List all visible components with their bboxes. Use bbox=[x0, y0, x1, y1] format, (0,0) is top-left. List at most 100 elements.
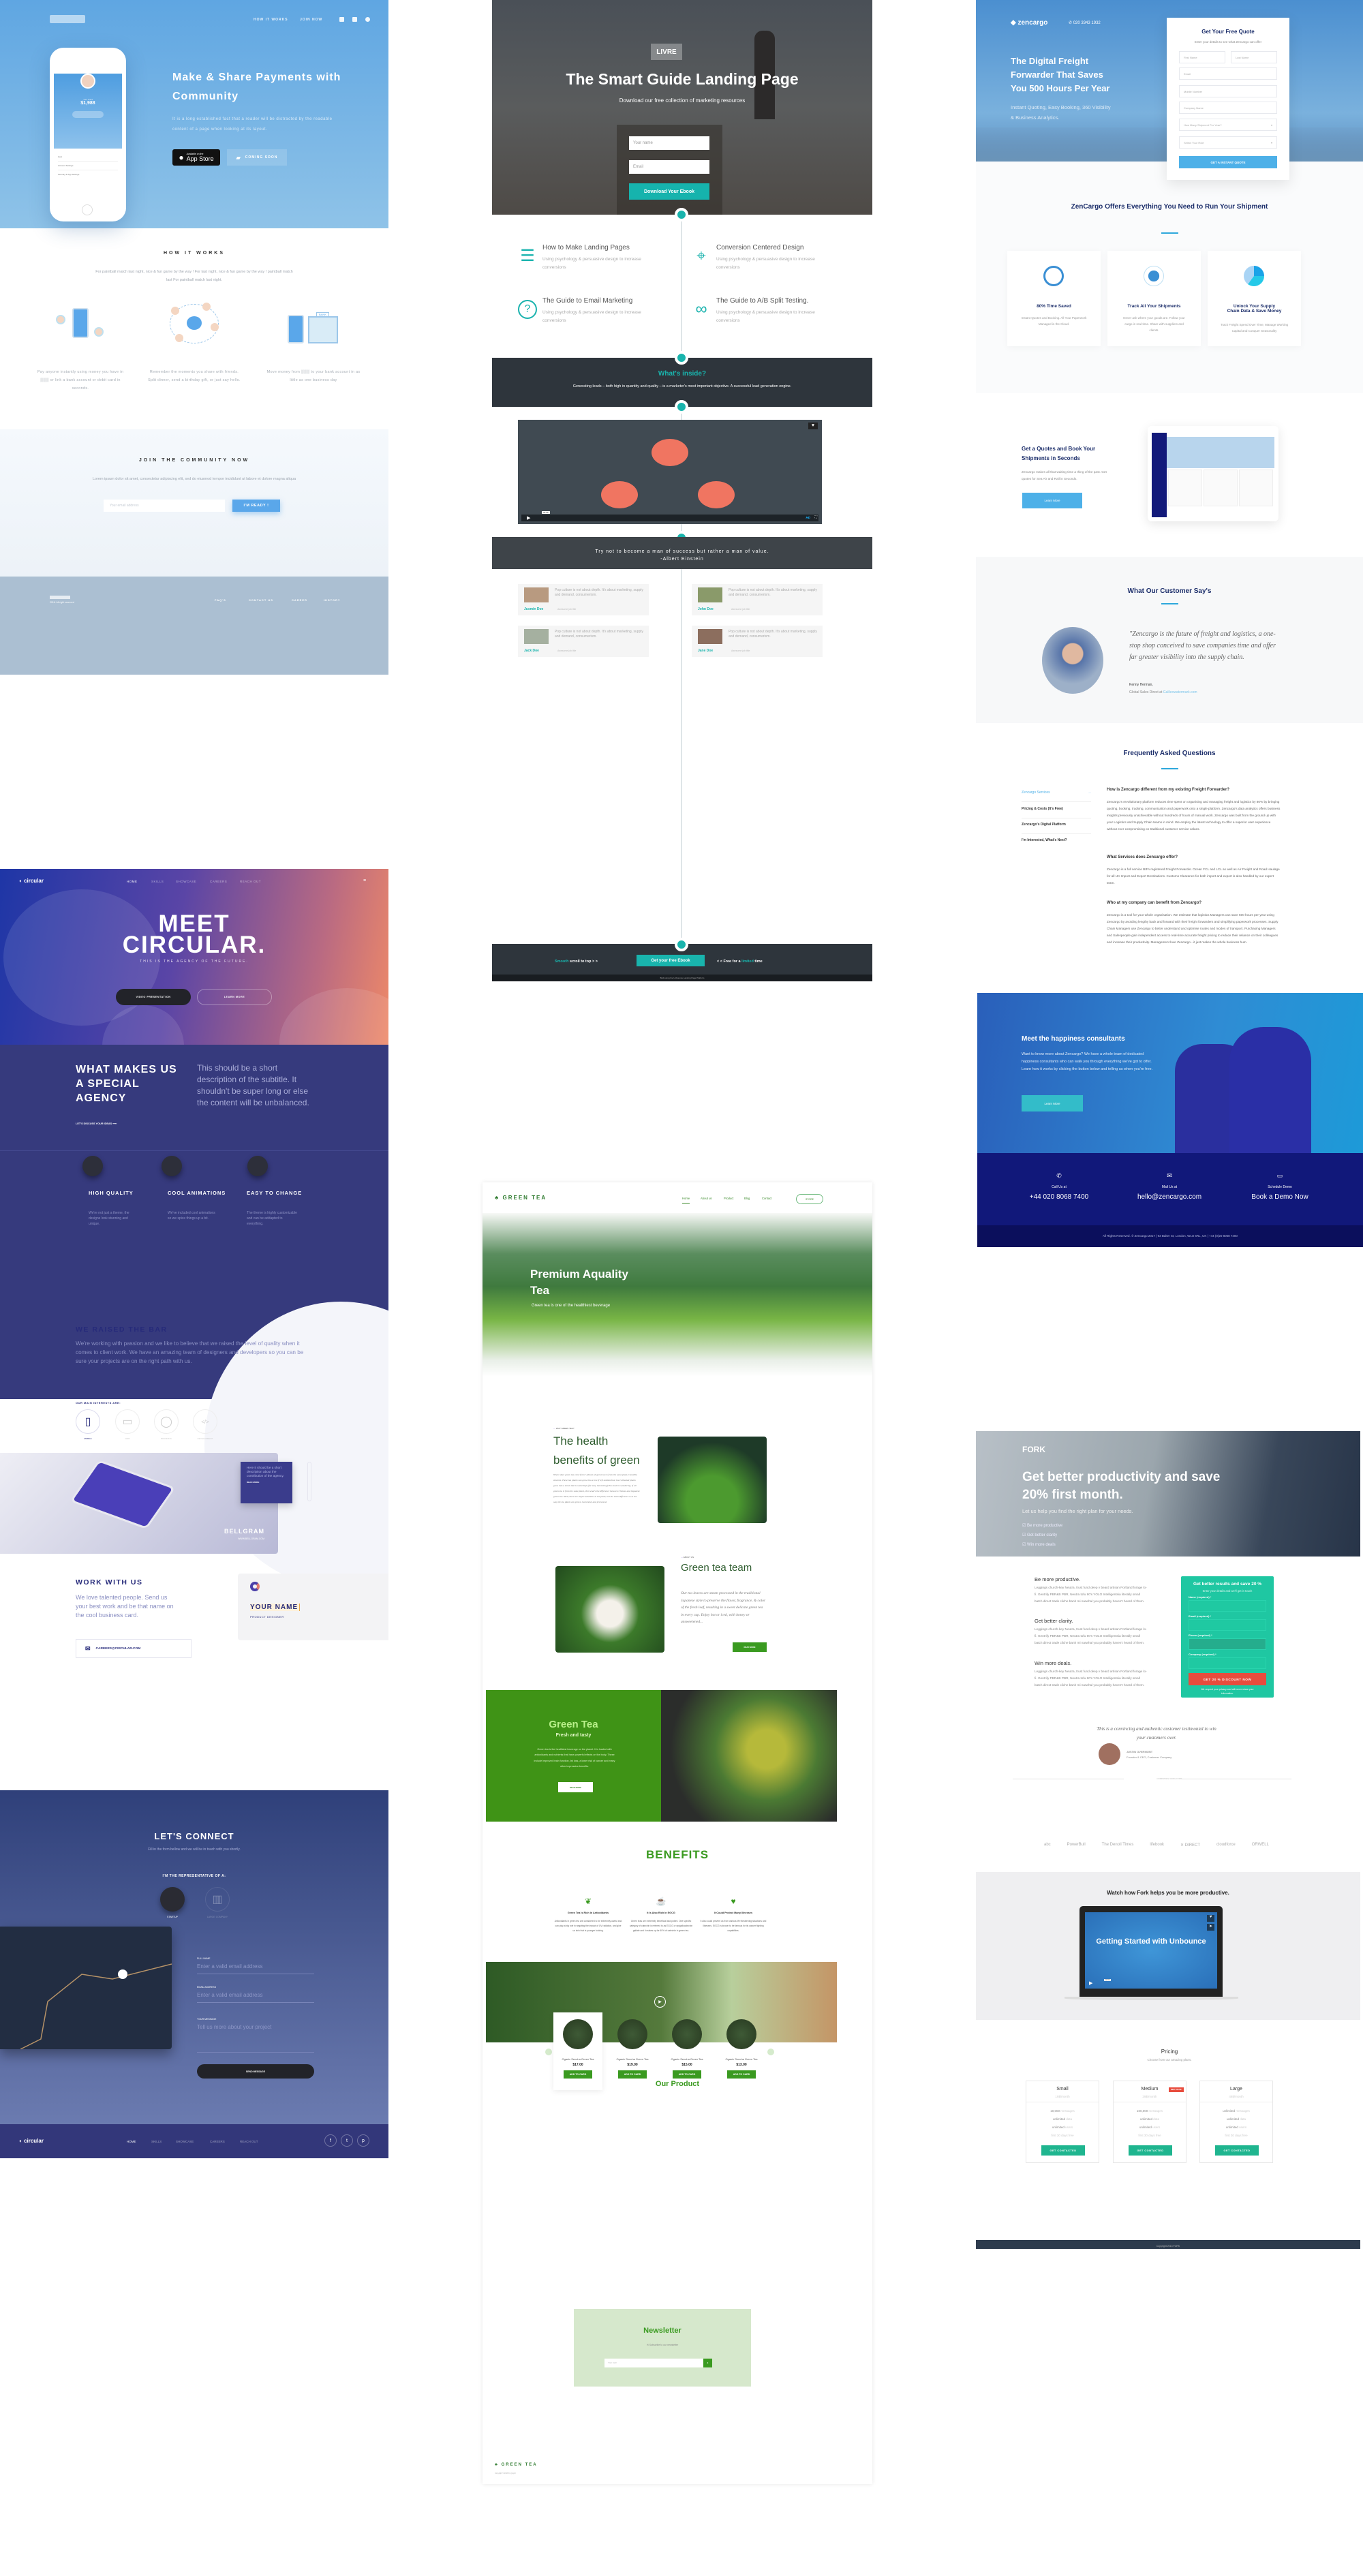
fork-logo[interactable]: FORK bbox=[1022, 1445, 1045, 1454]
video-player[interactable]: Getting Started with Unbounce ▶ 02:00 ♥ … bbox=[1085, 1912, 1217, 1989]
phone-menu-item[interactable]: Help bbox=[58, 153, 118, 162]
footer-nav-skills[interactable]: SKILLS bbox=[151, 2140, 162, 2143]
company-link[interactable]: Galileowatermark.com bbox=[1163, 690, 1197, 694]
nav-reach-out[interactable]: REACH OUT bbox=[240, 880, 261, 883]
read-more-link[interactable]: READ MORE bbox=[247, 1481, 286, 1484]
phone-input[interactable] bbox=[1189, 1638, 1266, 1650]
mobile-field[interactable]: Mobile Number bbox=[1179, 85, 1277, 97]
showcase-card[interactable]: BELLGRAM WWW.BELLGRAM.COM bbox=[0, 1453, 278, 1554]
shipments-select[interactable]: How Many Shipment Per Year? ▾ bbox=[1179, 119, 1277, 131]
get-contacted-button[interactable]: GET CONTACTED bbox=[1215, 2145, 1259, 2156]
first-name-field[interactable]: First Name bbox=[1179, 51, 1225, 63]
newsletter-email-input[interactable]: Your mail bbox=[604, 2359, 703, 2367]
nav-join-now[interactable]: JOIN NOW bbox=[300, 18, 322, 22]
message-textarea[interactable]: Tell us more about your project bbox=[197, 2024, 314, 2053]
android-coming-soon-button[interactable]: ▰ COMING SOON bbox=[227, 149, 287, 166]
map[interactable] bbox=[0, 1927, 172, 2050]
play-icon[interactable]: ▶ bbox=[1089, 1980, 1092, 1986]
send-message-button[interactable]: SEND MESSAGE bbox=[197, 2064, 314, 2079]
get-free-ebook-button[interactable]: Get your free Ebook bbox=[637, 955, 705, 966]
footer-nav-home[interactable]: HOME bbox=[127, 2140, 136, 2143]
nav-product[interactable]: Product bbox=[724, 1197, 733, 1200]
last-name-field[interactable]: Last Name bbox=[1231, 51, 1277, 63]
email-input[interactable] bbox=[1189, 1619, 1266, 1631]
phone-menu-item[interactable]: Security & App Settings bbox=[58, 170, 118, 179]
twitter-icon[interactable] bbox=[365, 17, 370, 22]
nav-about[interactable]: About us bbox=[701, 1197, 712, 1200]
footer-nav-reach-out[interactable]: REACH OUT bbox=[240, 2140, 258, 2143]
interest-branding[interactable]: ◯ BRANDING bbox=[154, 1409, 179, 1440]
contact-demo[interactable]: ▭ Schedule Demo Book a Demo Now bbox=[1232, 1172, 1328, 1201]
zencargo-logo[interactable]: ◆ zencargo bbox=[1011, 19, 1047, 27]
product-card[interactable]: Oganic Sencha Green Tea $13.00 ADD TO CARD bbox=[717, 2012, 766, 2079]
tea-baskets-video[interactable]: ▶ bbox=[486, 1962, 837, 2042]
play-icon[interactable]: ▶ bbox=[654, 1996, 666, 2008]
facebook-icon[interactable]: f bbox=[324, 2134, 337, 2147]
contact-call[interactable]: ✆ Call Us at +44 020 8068 7400 bbox=[1011, 1172, 1107, 1201]
scroll-to-top-link[interactable]: Smooth scroll to top > > bbox=[555, 960, 598, 964]
footer-nav-showcase[interactable]: SHOWCASE bbox=[176, 2140, 194, 2143]
download-ebook-button[interactable]: Download Your Ebook bbox=[629, 183, 709, 200]
full-name-input[interactable]: Enter a valid email address bbox=[197, 1963, 314, 1974]
email-input[interactable]: Email bbox=[629, 160, 709, 174]
name-input[interactable]: Your name bbox=[629, 136, 709, 150]
video-player[interactable]: ♥ ▶ 03:09 HD ⛶ bbox=[518, 420, 822, 524]
video-presentation-button[interactable]: VIDEO PRESENTATION bbox=[116, 989, 191, 1005]
email-input[interactable]: Your email address bbox=[104, 500, 225, 512]
role-select[interactable]: Select Your Role ▾ bbox=[1179, 136, 1277, 149]
product-card[interactable]: Oganic Sencha Green Tea $19.00 ADD TO CARD bbox=[608, 2012, 657, 2079]
interest-web[interactable]: ▭ WEB bbox=[115, 1409, 140, 1440]
nav-contact[interactable]: Contact bbox=[762, 1197, 771, 1200]
interest-development[interactable]: </> DEVELOPMENT bbox=[193, 1409, 217, 1440]
transfer-button[interactable] bbox=[72, 111, 104, 118]
contact-mail[interactable]: ✉ Mail Us at hello@zencargo.com bbox=[1122, 1172, 1217, 1201]
heart-icon[interactable]: ♥ bbox=[1207, 1915, 1214, 1922]
share-icon[interactable]: ➤ bbox=[1207, 1924, 1214, 1931]
pinterest-icon[interactable]: p bbox=[357, 2134, 369, 2147]
company-field[interactable]: Company Name bbox=[1179, 102, 1277, 114]
footer-link-contact[interactable]: CONTACT US bbox=[249, 598, 273, 602]
play-icon[interactable]: ▶ bbox=[527, 515, 530, 521]
nav-careers[interactable]: CAREERS bbox=[210, 880, 227, 883]
instant-quote-button[interactable]: GET A INSTANT QUOTE bbox=[1179, 156, 1277, 168]
company-input[interactable] bbox=[1189, 1657, 1266, 1669]
email-field[interactable]: Email bbox=[1179, 67, 1277, 80]
faq-nav-platform[interactable]: Zencargo's Digital Platform bbox=[1022, 823, 1091, 834]
learn-more-button[interactable]: LEARN MORE bbox=[197, 989, 272, 1005]
add-to-cart-button[interactable]: ADD TO CARD bbox=[564, 2070, 592, 2079]
careers-email-button[interactable]: ✉ CAREERS@CIRCULAR.COM bbox=[76, 1639, 192, 1658]
footer-link-career[interactable]: CAREER bbox=[292, 598, 307, 602]
header-phone[interactable]: ✆ 020 3343 1932 bbox=[1069, 20, 1101, 25]
nav-skills[interactable]: SKILLS bbox=[151, 880, 164, 883]
nav-home[interactable]: Home bbox=[682, 1197, 690, 1203]
faq-nav-services[interactable]: Zencargo Services → bbox=[1022, 791, 1091, 802]
footer-logo[interactable]: ♣ GREEN TEA bbox=[495, 2463, 538, 2467]
hamburger-menu-icon[interactable]: ≡ bbox=[363, 878, 366, 883]
nav-blog[interactable]: Blog bbox=[744, 1197, 750, 1200]
nav-showcase[interactable]: SHOWCASE bbox=[176, 880, 196, 883]
add-to-cart-button[interactable]: ADD TO CARD bbox=[618, 2070, 647, 2079]
get-contacted-button[interactable]: GET CONTACTED bbox=[1129, 2145, 1172, 2156]
get-contacted-button[interactable]: GET CONTACTED bbox=[1041, 2145, 1085, 2156]
rep-startup-option[interactable]: STARTUP bbox=[160, 1887, 185, 1918]
get-discount-button[interactable]: GET 20 % DISCOUNT NOW bbox=[1189, 1673, 1266, 1685]
name-input[interactable] bbox=[1189, 1600, 1266, 1612]
add-to-cart-button[interactable]: ADD TO CARD bbox=[727, 2070, 756, 2079]
circular-logo[interactable]: ◐ circular bbox=[19, 878, 44, 884]
discuss-ideas-link[interactable]: LET'S DISCUSS YOUR IDEAS ⟶ bbox=[76, 1122, 117, 1125]
footer-logo[interactable]: ◐ circular bbox=[19, 2138, 44, 2144]
hd-toggle[interactable]: HD bbox=[806, 516, 811, 519]
learn-more-button[interactable]: Learn More bbox=[1022, 493, 1082, 508]
carousel-prev-icon[interactable] bbox=[545, 2049, 552, 2055]
payments-logo[interactable] bbox=[50, 15, 85, 23]
faq-nav-pricing[interactable]: Pricing & Costs (It's Free) bbox=[1022, 807, 1091, 818]
showcase-scroller[interactable] bbox=[307, 1462, 311, 1501]
im-ready-button[interactable]: I'M READY ! bbox=[232, 500, 280, 512]
product-card[interactable]: Oganic Sencha Green Tea $17.00 ADD TO CARD bbox=[553, 2012, 602, 2090]
nav-home[interactable]: HOME bbox=[127, 880, 138, 883]
newsletter-submit-icon[interactable]: › bbox=[703, 2359, 712, 2367]
interest-mobile[interactable]: ▯ MOBILE bbox=[76, 1409, 100, 1440]
twitter-icon[interactable]: t bbox=[341, 2134, 353, 2147]
carousel-next-icon[interactable] bbox=[767, 2049, 774, 2055]
email-input[interactable]: Enter a valid email address bbox=[197, 1992, 314, 2003]
